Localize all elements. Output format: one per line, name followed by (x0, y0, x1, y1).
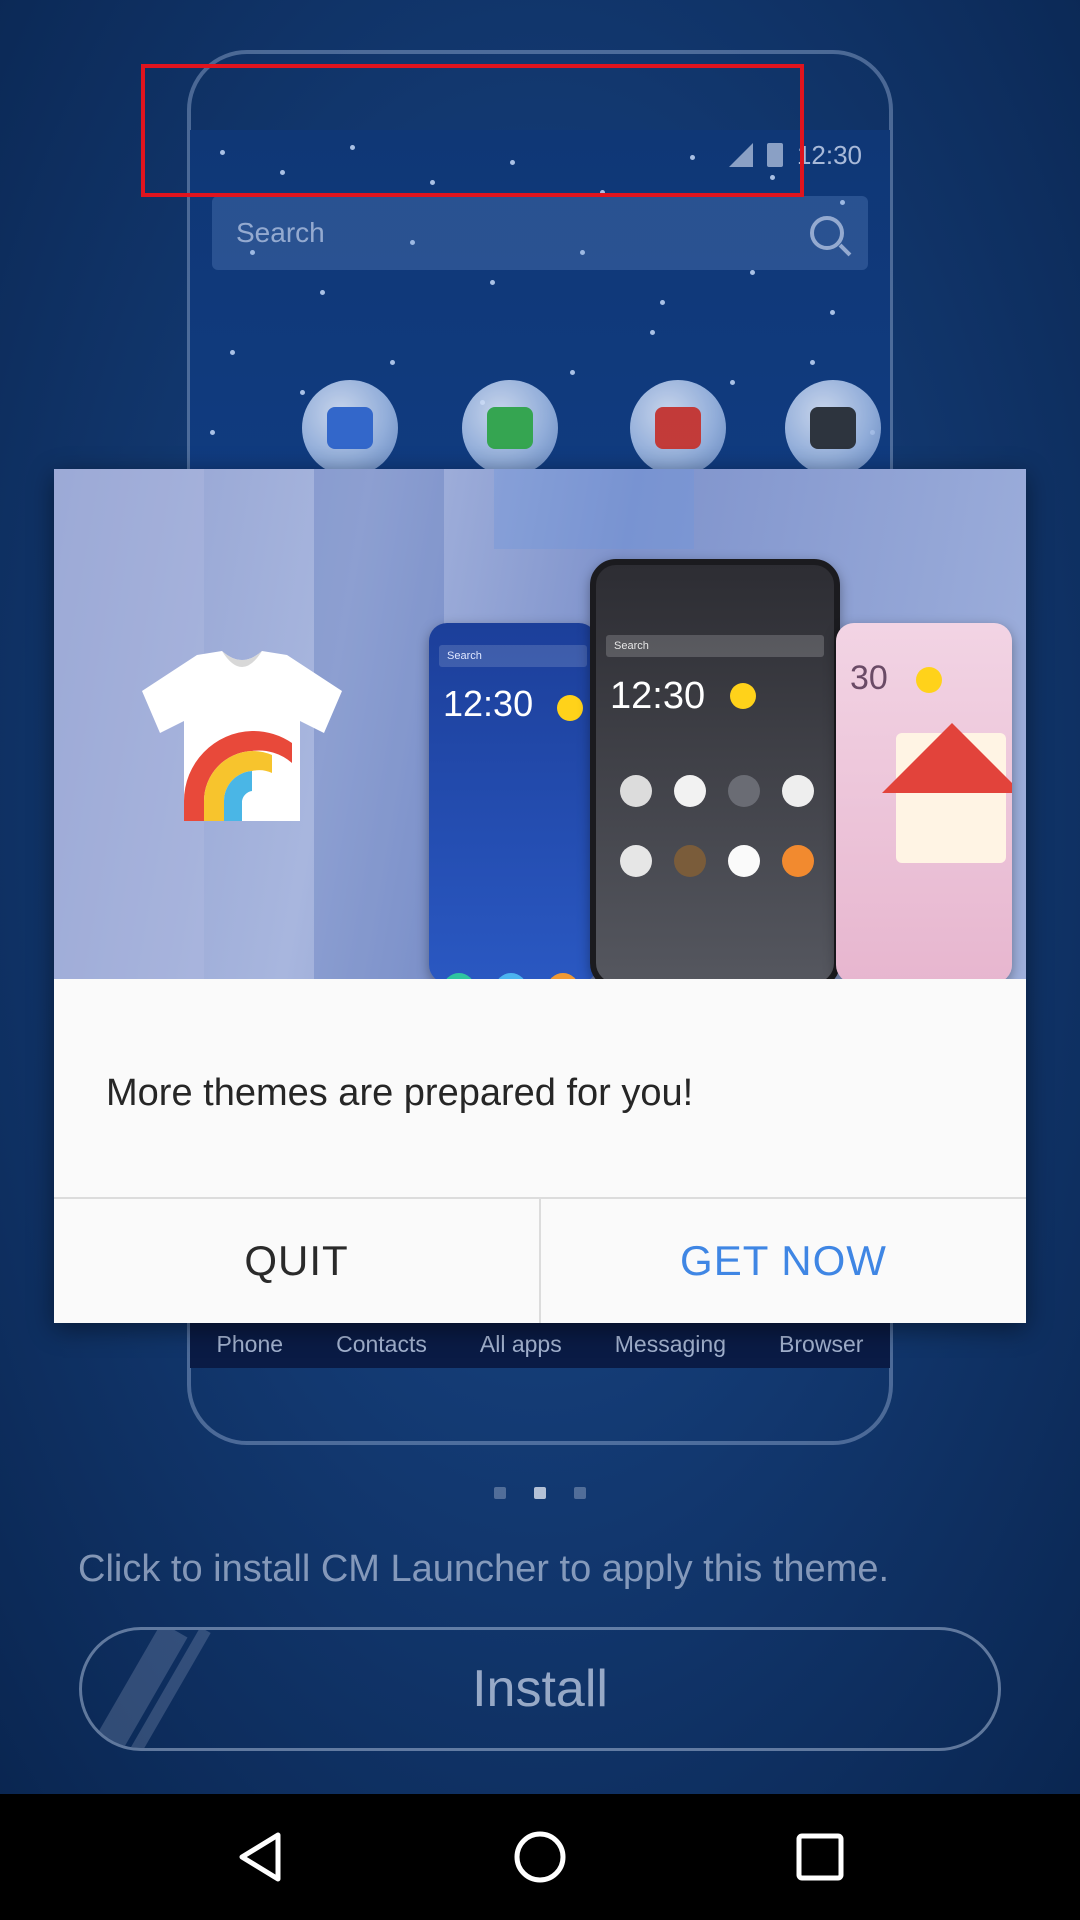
star-decoration (810, 360, 815, 365)
highlight-box (141, 64, 804, 197)
theme-preview-phone-dark: Search 12:30 (590, 559, 840, 979)
recents-icon (796, 1833, 844, 1881)
star-decoration (750, 270, 755, 275)
mini-search: Search (439, 645, 587, 667)
mini-search: Search (606, 635, 824, 657)
install-button[interactable]: Install (79, 1627, 1001, 1751)
star-decoration (490, 280, 495, 285)
preview-search-bar: Search (212, 196, 868, 270)
star-decoration (320, 290, 325, 295)
page-dot (494, 1487, 506, 1499)
app-icon (674, 775, 706, 807)
star-decoration (730, 380, 735, 385)
mini-time: 12:30 (610, 675, 706, 717)
mini-time: 12:30 (443, 683, 534, 724)
app-icon (443, 973, 475, 979)
app-icon (620, 845, 652, 877)
dock-label-all-apps: All apps (479, 1330, 562, 1357)
page-indicator (0, 1487, 1080, 1499)
page-dot (574, 1487, 586, 1499)
dialog-message: More themes are prepared for you! (106, 1072, 694, 1114)
quit-button[interactable]: QUIT (54, 1199, 539, 1323)
blackberry-app-icon (785, 380, 881, 476)
weather-sun-icon (730, 683, 756, 709)
star-decoration (210, 430, 215, 435)
star-decoration (300, 390, 305, 395)
app-icon (782, 845, 814, 877)
app-icon (728, 845, 760, 877)
theme-preview-phone-pink: 30 (836, 623, 1012, 979)
star-decoration (390, 360, 395, 365)
star-decoration (230, 350, 235, 355)
search-icon (810, 216, 844, 250)
app-icon (782, 775, 814, 807)
home-button[interactable] (495, 1812, 585, 1902)
dock-label-contacts: Contacts (336, 1330, 427, 1357)
dialog-buttons: QUIT GET NOW (54, 1197, 1026, 1323)
messenger-app-icon (302, 380, 398, 476)
app-icon (620, 775, 652, 807)
themes-dialog: Search 12:30 Search 12:30 30 More themes… (54, 469, 1026, 1323)
get-now-button[interactable]: GET NOW (539, 1199, 1026, 1323)
recents-button[interactable] (775, 1812, 865, 1902)
app-icon (495, 973, 527, 979)
house-roof (882, 723, 1012, 793)
weather-sun-icon (557, 695, 583, 721)
star-decoration (660, 300, 665, 305)
app-icon (674, 845, 706, 877)
dock-label-phone: Phone (216, 1330, 284, 1357)
themes-banner-image: Search 12:30 Search 12:30 30 (54, 469, 1026, 979)
install-button-label: Install (472, 1660, 608, 1718)
page-dot-active (534, 1487, 546, 1499)
theme-preview-phone-blue: Search 12:30 (429, 623, 597, 979)
home-icon (514, 1831, 566, 1883)
preview-dock-labels: Phone Contacts All apps Messaging Browse… (190, 1320, 890, 1368)
app-icon (728, 775, 760, 807)
back-icon (239, 1832, 281, 1882)
star-decoration (650, 330, 655, 335)
preview-search-placeholder: Search (236, 217, 325, 248)
mini-time: 30 (850, 659, 888, 697)
weather-sun-icon (916, 667, 942, 693)
install-hint-text: Click to install CM Launcher to apply th… (78, 1548, 890, 1590)
app-icon (547, 973, 579, 979)
star-decoration (830, 310, 835, 315)
line-app-icon (462, 380, 558, 476)
back-button[interactable] (215, 1812, 305, 1902)
dock-label-browser: Browser (779, 1330, 864, 1357)
tshirt-rainbow-icon (142, 651, 342, 821)
dock-label-messaging: Messaging (614, 1330, 726, 1357)
email-app-icon (630, 380, 726, 476)
star-decoration (570, 370, 575, 375)
system-navigation-bar (0, 1794, 1080, 1920)
status-time: 12:30 (796, 139, 862, 170)
